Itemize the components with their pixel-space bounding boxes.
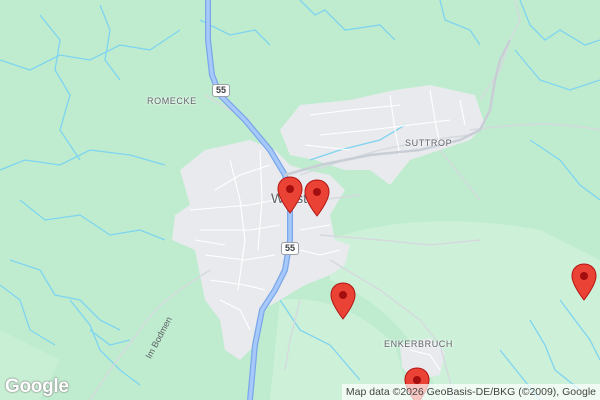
map-marker-pin[interactable] bbox=[571, 263, 597, 301]
map-view[interactable]: ROMECKE SUTTROP ENKERBRUCH Warstein 55 5… bbox=[0, 0, 600, 400]
road-shield-b55-north: 55 bbox=[212, 84, 231, 97]
place-label-romecke: ROMECKE bbox=[147, 96, 197, 106]
map-marker-pin[interactable] bbox=[277, 176, 303, 214]
place-label-enkerbruch: ENKERBRUCH bbox=[384, 339, 454, 349]
place-label-suttrop: SUTTROP bbox=[405, 138, 453, 148]
map-marker-pin[interactable] bbox=[330, 282, 356, 320]
map-attribution[interactable]: Map data ©2026 GeoBasis-DE/BKG (©2009), … bbox=[341, 384, 600, 400]
road-shield-b55-center: 55 bbox=[281, 242, 300, 255]
map-marker-pin[interactable] bbox=[304, 179, 330, 217]
google-logo[interactable]: Google bbox=[5, 376, 69, 398]
